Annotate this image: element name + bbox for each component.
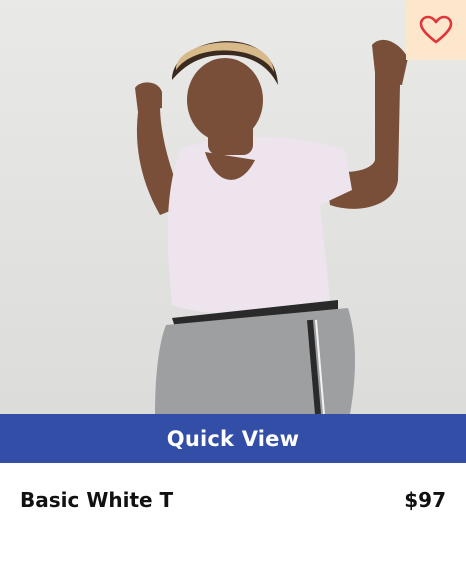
heart-outline-icon [419,15,453,44]
product-price: $97 [404,488,446,512]
product-card[interactable]: Quick View Basic White T $97 [0,0,466,565]
quick-view-button[interactable]: Quick View [0,414,466,463]
favorite-button[interactable] [406,0,466,60]
product-info: Basic White T $97 [0,463,466,543]
product-name[interactable]: Basic White T [20,488,173,512]
product-image[interactable] [0,0,466,414]
product-photo-illustration [0,0,466,414]
